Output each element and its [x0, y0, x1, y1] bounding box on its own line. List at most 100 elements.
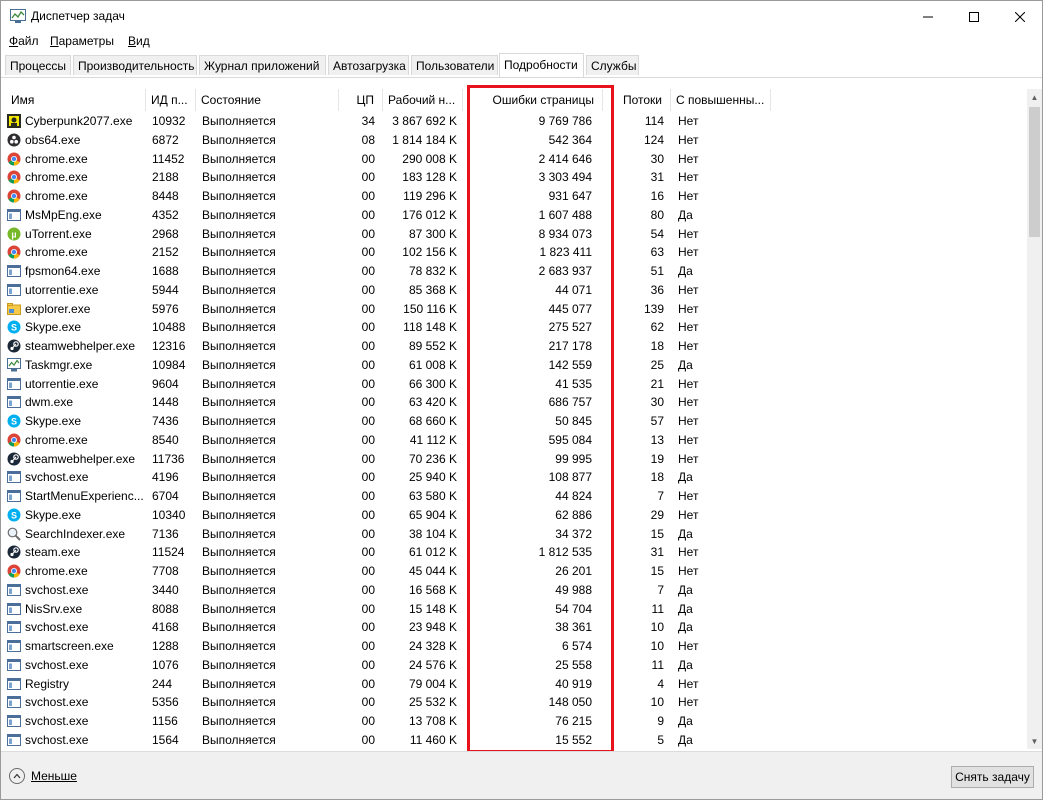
process-threads: 62 — [650, 320, 664, 335]
process-threads: 15 — [650, 564, 664, 578]
maximize-button[interactable] — [951, 1, 997, 32]
table-row[interactable]: Taskmgr.exe 10984 Выполняется 00 61 008 K 142… — [1, 356, 1026, 375]
column-header-elevated[interactable]: С повышенны... — [671, 89, 771, 111]
process-threads: 11 — [651, 601, 664, 616]
process-pid: 5976 — [152, 301, 179, 316]
process-working-set: 290 008 K — [402, 151, 457, 166]
process-pid: 5944 — [152, 282, 179, 297]
tab-startup[interactable]: Автозагрузка — [328, 55, 409, 75]
table-row[interactable]: S Skype.exe 10340 Выполняется 00 65 904 K 62 8… — [1, 506, 1026, 525]
table-row[interactable]: chrome.exe 8448 Выполняется 00 119 296 K 931 … — [1, 187, 1026, 206]
table-row[interactable]: obs64.exe 6872 Выполняется 08 1 814 184 K 542… — [1, 131, 1026, 150]
table-row[interactable]: NisSrv.exe 8088 Выполняется 00 15 148 K 54 70… — [1, 600, 1026, 619]
tab-app-history[interactable]: Журнал приложений — [199, 55, 326, 75]
table-row[interactable]: SearchIndexer.exe 7136 Выполняется 00 38 104… — [1, 525, 1026, 544]
table-row[interactable]: smartscreen.exe 1288 Выполняется 00 24 328 K… — [1, 637, 1026, 656]
table-row[interactable]: chrome.exe 8540 Выполняется 00 41 112 K 595 0… — [1, 431, 1026, 450]
process-threads: 29 — [650, 507, 664, 522]
table-row[interactable]: dwm.exe 1448 Выполняется 00 63 420 K 686 757 3… — [1, 393, 1026, 412]
title-bar[interactable]: Диспетчер задач — [1, 1, 1042, 32]
process-status: Выполняется — [202, 451, 276, 466]
minimize-button[interactable] — [905, 1, 951, 32]
process-threads: 7 — [657, 582, 664, 597]
process-threads: 57 — [650, 414, 664, 428]
process-page-faults: 595 084 — [548, 432, 592, 447]
process-working-set: 24 328 K — [408, 639, 457, 653]
table-row[interactable]: explorer.exe 5976 Выполняется 00 150 116 K 44… — [1, 300, 1026, 319]
menu-options[interactable]: Параметры — [50, 34, 114, 48]
table-row[interactable]: steam.exe 11524 Выполняется 00 61 012 K 1 812… — [1, 543, 1026, 562]
close-button[interactable] — [997, 1, 1042, 32]
column-header-name[interactable]: Имя — [6, 89, 146, 111]
column-header-cpu[interactable]: ЦП — [339, 89, 383, 111]
scroll-down-icon[interactable]: ▼ — [1027, 733, 1042, 749]
table-row[interactable]: S Skype.exe 10488 Выполняется 00 118 148 K 275… — [1, 318, 1026, 337]
process-status: Выполняется — [202, 620, 276, 635]
process-pid: 8088 — [152, 601, 179, 616]
process-page-faults: 15 552 — [555, 732, 592, 747]
process-pid: 1076 — [152, 657, 179, 672]
menu-file[interactable]: Файл — [9, 34, 39, 48]
process-page-faults: 40 919 — [555, 676, 592, 691]
table-row[interactable]: MsMpEng.exe 4352 Выполняется 00 176 012 K 1 6… — [1, 206, 1026, 225]
process-page-faults: 38 361 — [555, 620, 592, 635]
table-row[interactable]: StartMenuExperienc... 6704 Выполняется 00 63… — [1, 487, 1026, 506]
task-manager-icon — [7, 357, 21, 372]
table-row[interactable]: chrome.exe 2152 Выполняется 00 102 156 K 1 82… — [1, 243, 1026, 262]
table-row[interactable]: Cyberpunk2077.exe 10932 Выполняется 34 3 867… — [1, 112, 1026, 131]
table-row[interactable]: µ uTorrent.exe 2968 Выполняется 00 87 300 K 8 … — [1, 225, 1026, 244]
table-row[interactable]: chrome.exe 7708 Выполняется 00 45 044 K 26 20… — [1, 562, 1026, 581]
table-row[interactable]: S Skype.exe 7436 Выполняется 00 68 660 K 50 84… — [1, 412, 1026, 431]
end-task-button[interactable]: Снять задачу — [951, 766, 1034, 788]
table-row[interactable]: utorrentie.exe 5944 Выполняется 00 85 368 K 4… — [1, 281, 1026, 300]
process-threads: 15 — [650, 526, 664, 541]
vertical-scrollbar[interactable]: ▲ ▼ — [1027, 89, 1042, 749]
scroll-up-icon[interactable]: ▲ — [1027, 89, 1042, 105]
scrollbar-thumb[interactable] — [1029, 107, 1040, 237]
process-name: StartMenuExperienc... — [25, 489, 144, 503]
process-working-set: 89 552 K — [408, 339, 457, 353]
maximize-icon — [969, 11, 979, 22]
tab-users[interactable]: Пользователи — [411, 55, 498, 75]
svg-text:S: S — [11, 417, 17, 427]
process-pid: 11524 — [152, 545, 185, 560]
process-name: MsMpEng.exe — [25, 207, 102, 222]
process-name: utorrentie.exe — [25, 376, 99, 391]
table-row[interactable]: svchost.exe 3440 Выполняется 00 16 568 K 49 9… — [1, 581, 1026, 600]
column-header-page-faults[interactable]: Ошибки страницы — [463, 89, 603, 111]
table-row[interactable]: steamwebhelper.exe 12316 Выполняется 00 89 5… — [1, 337, 1026, 356]
tab-performance[interactable]: Производительность — [73, 55, 197, 75]
steam-icon — [7, 452, 21, 466]
column-header-pid[interactable]: ИД п... — [146, 89, 196, 111]
menu-view[interactable]: Вид — [128, 34, 150, 48]
table-row[interactable]: Registry 244 Выполняется 00 79 004 K 40 919 4 Н… — [1, 675, 1026, 694]
process-cpu: 00 — [361, 489, 375, 503]
table-row[interactable]: svchost.exe 1564 Выполняется 00 11 460 K 15 5… — [1, 731, 1026, 749]
process-name: dwm.exe — [25, 395, 74, 410]
process-name: steamwebhelper.exe — [25, 451, 136, 466]
table-row[interactable]: svchost.exe 4168 Выполняется 00 23 948 K 38 3… — [1, 618, 1026, 637]
table-row[interactable]: svchost.exe 1156 Выполняется 00 13 708 K 76 2… — [1, 712, 1026, 731]
process-elevated: Нет — [678, 245, 699, 260]
column-header-threads[interactable]: Потоки — [603, 89, 671, 111]
tab-details[interactable]: Подробности — [499, 53, 584, 77]
table-row[interactable]: fpsmon64.exe 1688 Выполняется 00 78 832 K 2 6… — [1, 262, 1026, 281]
table-row[interactable]: steamwebhelper.exe 11736 Выполняется 00 70 2… — [1, 450, 1026, 469]
process-threads: 10 — [650, 620, 664, 635]
tab-processes[interactable]: Процессы — [5, 55, 71, 75]
column-header-working-set[interactable]: Рабочий н... — [383, 89, 463, 111]
tab-services[interactable]: Службы — [586, 55, 639, 75]
table-row[interactable]: svchost.exe 1076 Выполняется 00 24 576 K 25 5… — [1, 656, 1026, 675]
table-row[interactable]: svchost.exe 5356 Выполняется 00 25 532 K 148 … — [1, 693, 1026, 712]
process-status: Выполняется — [202, 189, 276, 203]
table-row[interactable]: chrome.exe 2188 Выполняется 00 183 128 K 3 30… — [1, 168, 1026, 187]
process-page-faults: 142 559 — [548, 357, 592, 372]
table-row[interactable]: svchost.exe 4196 Выполняется 00 25 940 K 108 … — [1, 468, 1026, 487]
generic-app-icon — [7, 395, 21, 409]
column-header-status[interactable]: Состояние — [196, 89, 339, 111]
fewer-details-button[interactable]: Меньше — [9, 766, 77, 786]
process-working-set: 78 832 K — [408, 264, 457, 278]
table-row[interactable]: utorrentie.exe 9604 Выполняется 00 66 300 K 4… — [1, 375, 1026, 394]
table-row[interactable]: chrome.exe 11452 Выполняется 00 290 008 K 2 4… — [1, 150, 1026, 169]
process-status: Выполняется — [202, 320, 276, 335]
